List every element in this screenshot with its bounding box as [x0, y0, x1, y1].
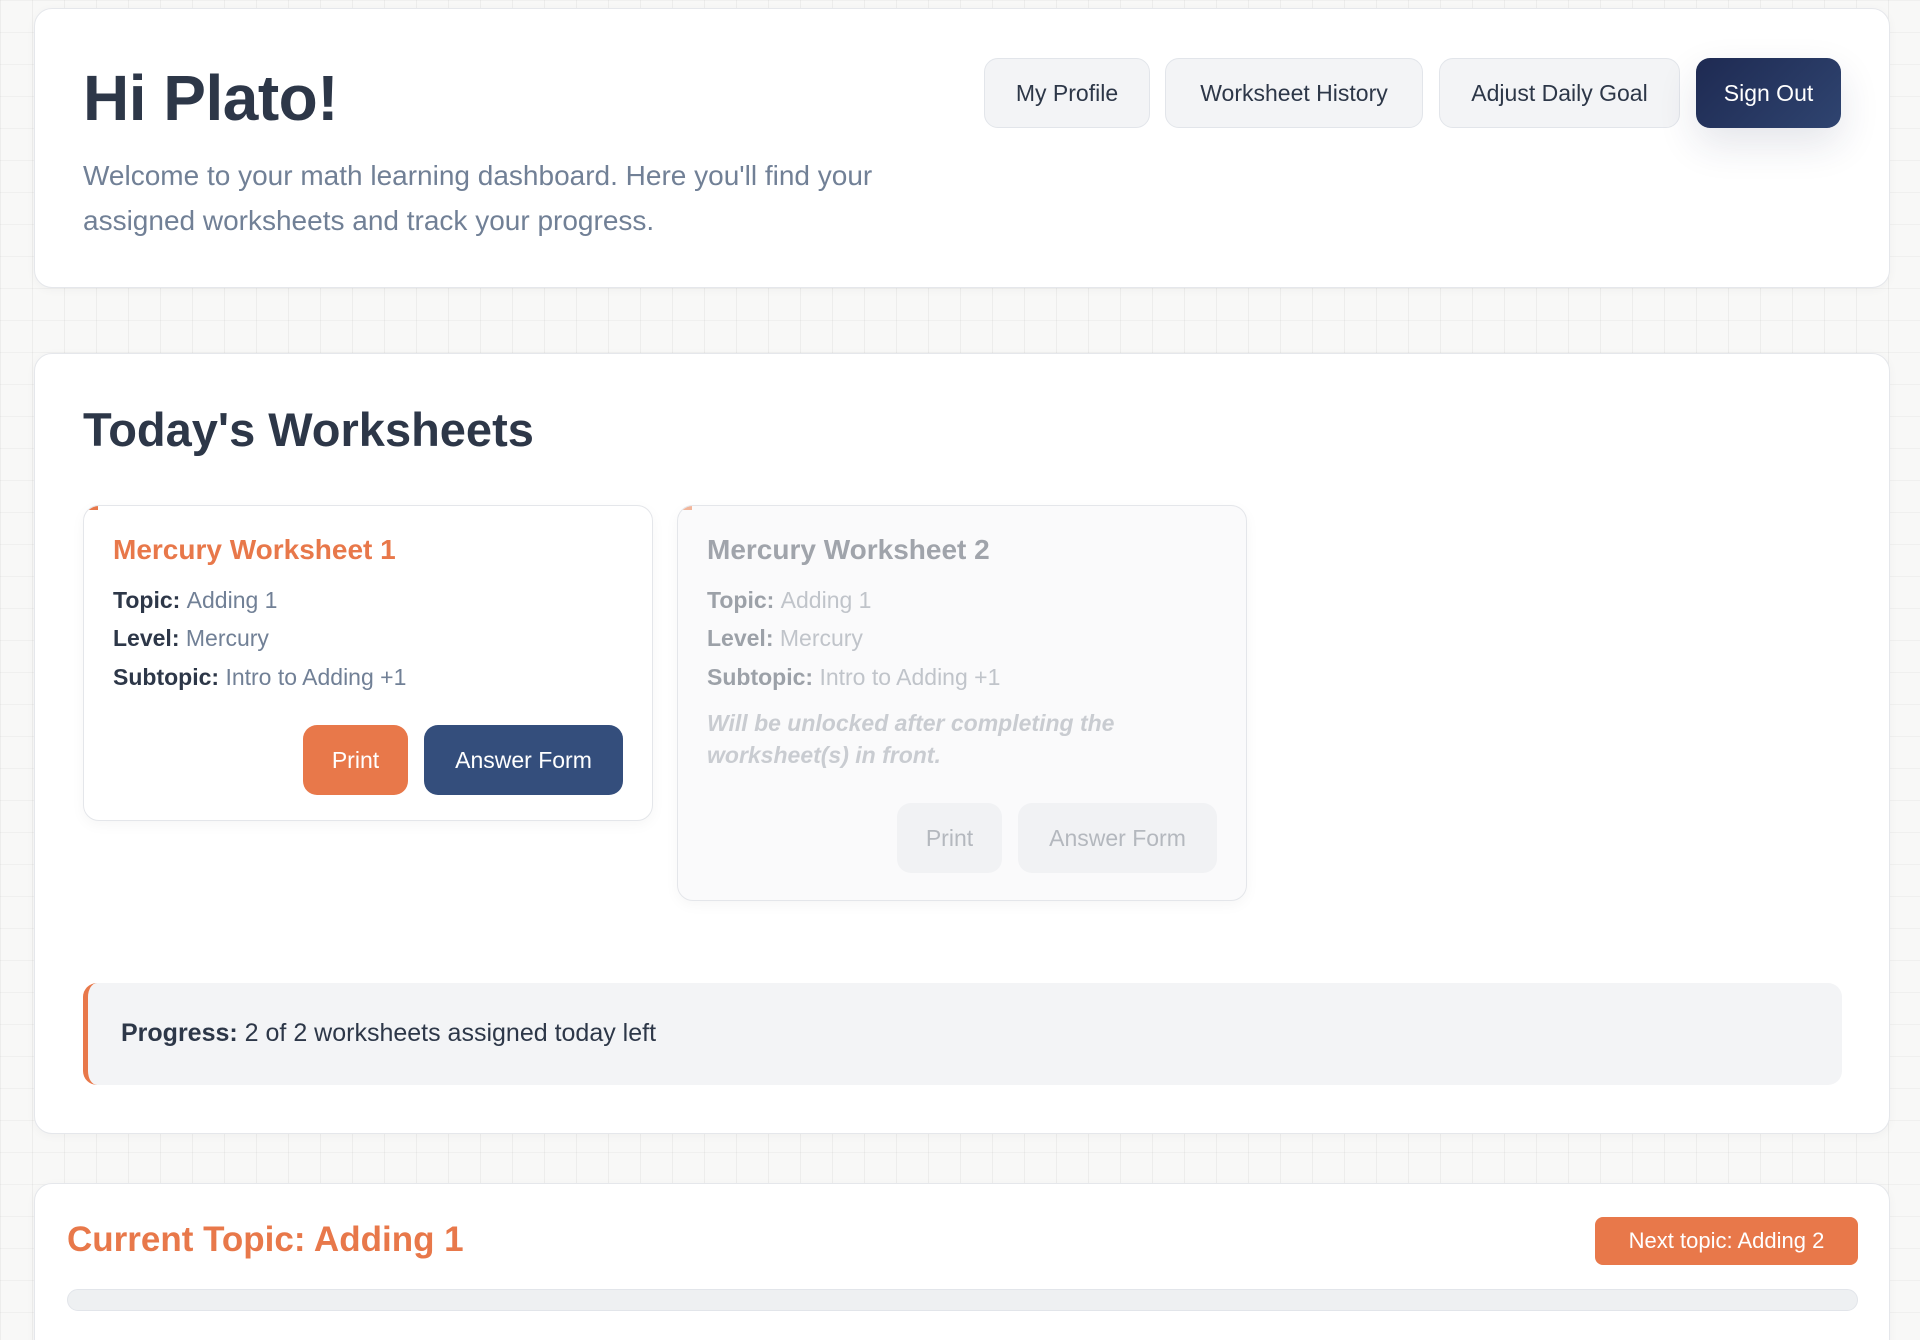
worksheet-topic: Topic: Adding 1	[707, 587, 871, 614]
worksheet-level: Level: Mercury	[113, 625, 269, 652]
adjust-daily-goal-button[interactable]: Adjust Daily Goal	[1439, 58, 1680, 128]
subtopic-label: Subtopic:	[113, 664, 226, 690]
level-value: Mercury	[185, 625, 269, 651]
answer-form-button[interactable]: Answer Form	[424, 725, 623, 795]
sign-out-button[interactable]: Sign Out	[1696, 58, 1841, 128]
topic-value: Adding 1	[780, 587, 872, 613]
worksheet-level: Level: Mercury	[707, 625, 863, 652]
answer-form-button-disabled: Answer Form	[1018, 803, 1217, 873]
worksheet-card-locked: Mercury Worksheet 2 Topic: Adding 1 Leve…	[677, 505, 1247, 901]
topic-progress-bar	[67, 1289, 1858, 1311]
worksheet-card: Mercury Worksheet 1 Topic: Adding 1 Leve…	[83, 505, 653, 821]
worksheet-subtopic: Subtopic: Intro to Adding +1	[113, 664, 406, 691]
subtopic-value: Intro to Adding +1	[225, 664, 407, 690]
next-topic-badge: Next topic: Adding 2	[1595, 1217, 1858, 1265]
subtopic-label: Subtopic:	[707, 664, 820, 690]
level-value: Mercury	[779, 625, 863, 651]
level-label: Level:	[113, 625, 186, 651]
welcome-text: Welcome to your math learning dashboard.…	[83, 160, 873, 236]
locked-note: Will be unlocked after completing the wo…	[707, 710, 1115, 768]
section-title: Today's Worksheets	[83, 403, 534, 456]
worksheet-title: Mercury Worksheet 1	[113, 534, 396, 565]
todays-worksheets-section: Today's Worksheets Mercury Worksheet 1 T…	[34, 353, 1890, 1134]
print-button-disabled: Print	[897, 803, 1002, 873]
current-topic-title: Current Topic: Adding 1	[67, 1220, 464, 1259]
worksheet-subtopic: Subtopic: Intro to Adding +1	[707, 664, 1000, 691]
topic-label: Topic:	[113, 587, 187, 613]
topic-label: Topic:	[707, 587, 781, 613]
level-label: Level:	[707, 625, 780, 651]
my-profile-button[interactable]: My Profile	[984, 58, 1150, 128]
worksheet-history-button[interactable]: Worksheet History	[1165, 58, 1423, 128]
progress-value: 2 of 2 worksheets assigned today left	[244, 1019, 657, 1047]
print-button[interactable]: Print	[303, 725, 408, 795]
progress-text: Progress: 2 of 2 worksheets assigned tod…	[121, 1019, 656, 1048]
progress-label: Progress:	[121, 1019, 245, 1047]
greeting-title: Hi Plato!	[83, 62, 339, 134]
current-topic-section: Current Topic: Adding 1 Next topic: Addi…	[34, 1183, 1890, 1340]
worksheet-title: Mercury Worksheet 2	[707, 534, 990, 565]
progress-banner: Progress: 2 of 2 worksheets assigned tod…	[83, 983, 1842, 1085]
topic-value: Adding 1	[186, 587, 278, 613]
worksheet-topic: Topic: Adding 1	[113, 587, 277, 614]
subtopic-value: Intro to Adding +1	[819, 664, 1001, 690]
dashboard-header: Hi Plato! Welcome to your math learning …	[34, 8, 1890, 288]
